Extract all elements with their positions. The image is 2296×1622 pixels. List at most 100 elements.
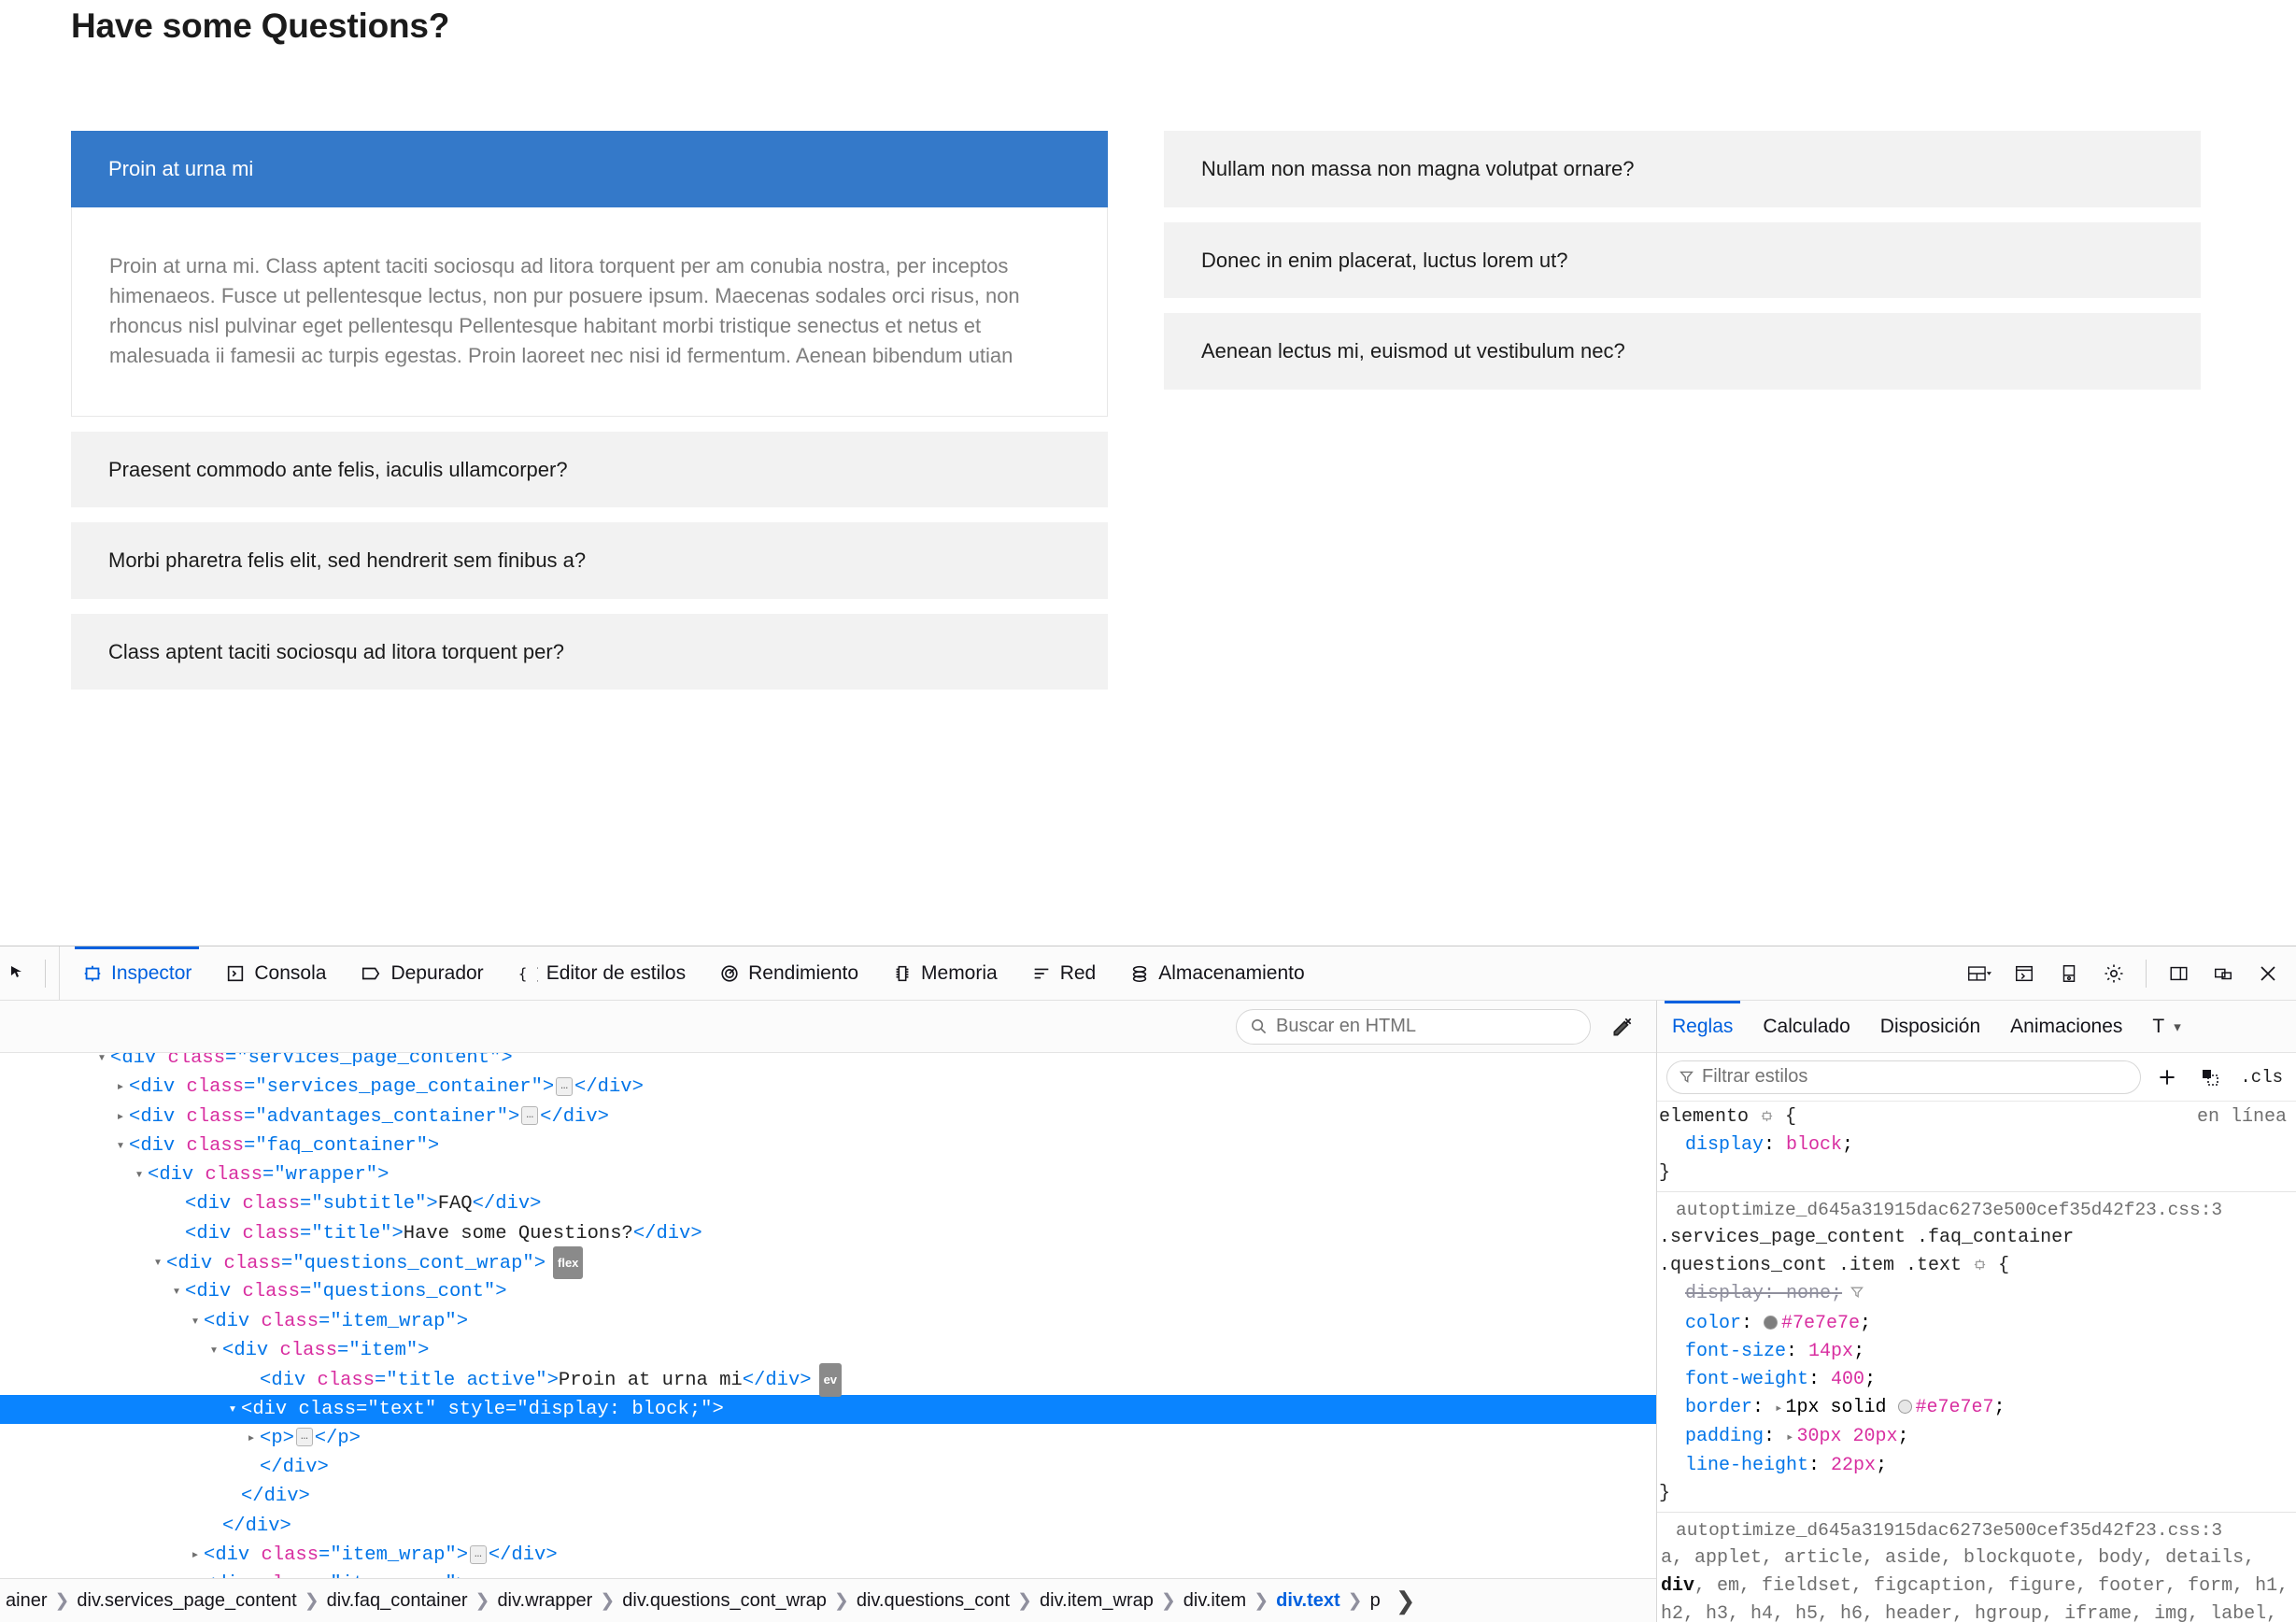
sidebar-tab-reglas[interactable]: Reglas (1657, 1001, 1748, 1052)
breadcrumb-scroll-right-icon[interactable]: ❯ (1386, 1586, 1425, 1615)
markup-node[interactable]: <div class="item"> (0, 1336, 1656, 1365)
markup-node[interactable]: <div class="advantages_container">…</div… (0, 1103, 1656, 1131)
devtools-tab-rendimiento[interactable]: Rendimiento (702, 946, 875, 1000)
css-declaration[interactable]: display: block; (1659, 1131, 2296, 1160)
faq-question-left-2[interactable]: Praesent commodo ante felis, iaculis ull… (71, 431, 1108, 508)
devtools-tab-depurador[interactable]: Depurador (343, 946, 500, 1000)
breadcrumb-item[interactable]: div.services_page_content (71, 1590, 302, 1612)
markup-node[interactable]: </div> (0, 1482, 1656, 1511)
filter-styles-input[interactable]: Filtrar estilos (1666, 1060, 2142, 1094)
element-picker-icon[interactable] (0, 953, 37, 994)
pseudo-class-icon[interactable] (2193, 1060, 2227, 1094)
css-declaration[interactable]: font-size: 14px; (1659, 1338, 2296, 1366)
color-swatch[interactable] (1897, 1400, 1912, 1414)
markup-node[interactable]: <div class="item_wrap"> (0, 1307, 1656, 1336)
css-rules-list[interactable]: elemento {en línea display: block;} autopt… (1657, 1102, 2296, 1622)
twisty-open-icon[interactable] (168, 1277, 185, 1306)
markup-node[interactable]: <div class="questions_cont_wrap">flex (0, 1246, 1656, 1280)
css-declaration[interactable]: color: #7e7e7e; (1659, 1310, 2296, 1338)
eyedropper-icon[interactable] (1602, 1006, 1643, 1047)
sidebar-tab-animaciones[interactable]: Animaciones (1995, 1001, 2137, 1052)
breadcrumb-item[interactable]: div.text (1270, 1590, 1346, 1612)
markup-node[interactable]: <div class="faq_container"> (0, 1131, 1656, 1160)
twisty-open-icon[interactable] (149, 1248, 166, 1277)
breadcrumb-item[interactable]: div.wrapper (491, 1590, 598, 1612)
twisty-open-icon[interactable] (206, 1336, 222, 1365)
close-icon[interactable] (2247, 953, 2289, 994)
breadcrumb-item[interactable]: div.item_wrap (1034, 1590, 1159, 1612)
twisty-open-icon[interactable] (131, 1160, 148, 1189)
devtools-tab-red[interactable]: Red (1014, 946, 1113, 1000)
css-declaration[interactable]: border: ▸ 1px solid #e7e7e7; (1659, 1394, 2296, 1423)
markup-node[interactable]: <div class="services_page_content"> (0, 1053, 1656, 1073)
devtools-tab-editor-de-estilos[interactable]: { } Editor de estilos (501, 946, 702, 1000)
responsive-design-mode-icon[interactable] (1959, 953, 2000, 994)
css-declaration[interactable]: font-weight: 400; (1659, 1366, 2296, 1394)
devtools-tab-almacenamiento[interactable]: Almacenamiento (1113, 946, 1321, 1000)
dock-side-icon[interactable] (2158, 953, 2199, 994)
breadcrumb-item[interactable]: div.questions_cont_wrap (617, 1590, 832, 1612)
css-rule-source[interactable]: autoptimize_d645a31915dac6273e500cef35d4… (1659, 1196, 2296, 1224)
sidebar-tab-t[interactable]: T (2137, 1001, 2179, 1052)
css-rule-selector[interactable]: elemento {en línea (1659, 1103, 2296, 1131)
declaration-filter-icon[interactable] (1850, 1282, 1864, 1310)
twisty-closed-icon[interactable] (112, 1103, 129, 1131)
breadcrumb-item[interactable]: p (1365, 1590, 1386, 1612)
markup-node[interactable]: <div class="item_wrap">…</div> (0, 1541, 1656, 1570)
markup-node[interactable]: </div> (0, 1512, 1656, 1541)
twisty-closed-icon[interactable] (112, 1073, 129, 1102)
markup-node[interactable]: <p>…</p> (0, 1424, 1656, 1453)
devtools-tab-memoria[interactable]: Memoria (875, 946, 1014, 1000)
twisty-open-icon[interactable] (187, 1307, 204, 1336)
css-declaration[interactable]: padding: ▸ 30px 20px; (1659, 1423, 2296, 1452)
twisty-open-icon[interactable] (224, 1395, 241, 1424)
css-rule-source[interactable]: autoptimize_d645a31915dac6273e500cef35d4… (1659, 1516, 2296, 1544)
faq-question-right-1[interactable]: Nullam non massa non magna volutpat orna… (1164, 131, 2201, 207)
css-rule-selector[interactable]: .services_page_content .faq_container .q… (1659, 1224, 2296, 1280)
devtools-tab-consola[interactable]: Consola (208, 946, 343, 1000)
breadcrumb-item[interactable]: ainer (0, 1590, 52, 1612)
css-rule-selector[interactable]: a, applet, article, aside, blockquote, b… (1659, 1544, 2296, 1622)
split-console-icon[interactable] (2004, 953, 2045, 994)
markup-node[interactable]: <div class="title">Have some Questions?<… (0, 1219, 1656, 1248)
screenshot-icon[interactable] (2048, 953, 2090, 994)
twisty-closed-icon[interactable] (243, 1424, 260, 1453)
markup-node[interactable]: </div> (0, 1453, 1656, 1482)
css-declaration[interactable]: line-height: 22px; (1659, 1452, 2296, 1480)
faq-question-left-1[interactable]: Proin at urna mi (71, 131, 1108, 207)
markup-node[interactable]: <div class="wrapper"> (0, 1160, 1656, 1189)
color-swatch[interactable] (1764, 1316, 1779, 1330)
markup-node-selected[interactable]: <div class="text" style="display: block;… (0, 1394, 1656, 1424)
cls-button[interactable]: .cls (2236, 1067, 2287, 1088)
search-input[interactable]: Buscar en HTML (1236, 1008, 1591, 1045)
faq-question-left-4[interactable]: Class aptent taciti sociosqu ad litora t… (71, 613, 1108, 690)
sidebar-tab-calculado[interactable]: Calculado (1748, 1001, 1864, 1052)
twisty-closed-icon[interactable] (187, 1541, 204, 1570)
twisty-open-icon[interactable] (93, 1053, 110, 1073)
rule-toggle-icon[interactable] (1749, 1106, 1774, 1128)
breadcrumb-item[interactable]: div.item (1178, 1590, 1252, 1612)
markup-node[interactable]: <div class="questions_cont"> (0, 1277, 1656, 1306)
devtools-picker-group (0, 946, 60, 1000)
markup-node[interactable]: <div class="title active">Proin at urna … (0, 1363, 1656, 1397)
shorthand-expand-icon[interactable]: ▸ (1786, 1430, 1793, 1445)
faq-question-left-3[interactable]: Morbi pharetra felis elit, sed hendrerit… (71, 522, 1108, 599)
faq-question-right-3[interactable]: Aenean lectus mi, euismod ut vestibulum … (1164, 313, 2201, 390)
css-declaration[interactable]: display: none; (1659, 1280, 2296, 1310)
plus-icon[interactable] (2150, 1060, 2184, 1094)
markup-node[interactable]: <div class="services_page_container">…</… (0, 1073, 1656, 1102)
shorthand-expand-icon[interactable]: ▸ (1775, 1401, 1782, 1416)
markup-tree[interactable]: <div class="services_page_content"> <div … (0, 1053, 1656, 1578)
faq-question-right-2[interactable]: Donec in enim placerat, luctus lorem ut? (1164, 221, 2201, 298)
breadcrumb-item[interactable]: div.faq_container (321, 1590, 474, 1612)
separate-window-icon[interactable] (2203, 953, 2244, 994)
devtools-tab-inspector[interactable]: Inspector (65, 946, 208, 1000)
markup-node[interactable]: <div class="item_wrap"> (0, 1570, 1656, 1578)
sidebar-tab-disposición[interactable]: Disposición (1865, 1001, 1995, 1052)
markup-node[interactable]: <div class="subtitle">FAQ</div> (0, 1189, 1656, 1218)
breadcrumb-item[interactable]: div.questions_cont (851, 1590, 1015, 1612)
settings-gear-icon[interactable] (2093, 953, 2134, 994)
rule-toggle-icon[interactable] (1962, 1255, 1987, 1276)
twisty-open-icon[interactable] (187, 1570, 204, 1578)
twisty-open-icon[interactable] (112, 1131, 129, 1160)
